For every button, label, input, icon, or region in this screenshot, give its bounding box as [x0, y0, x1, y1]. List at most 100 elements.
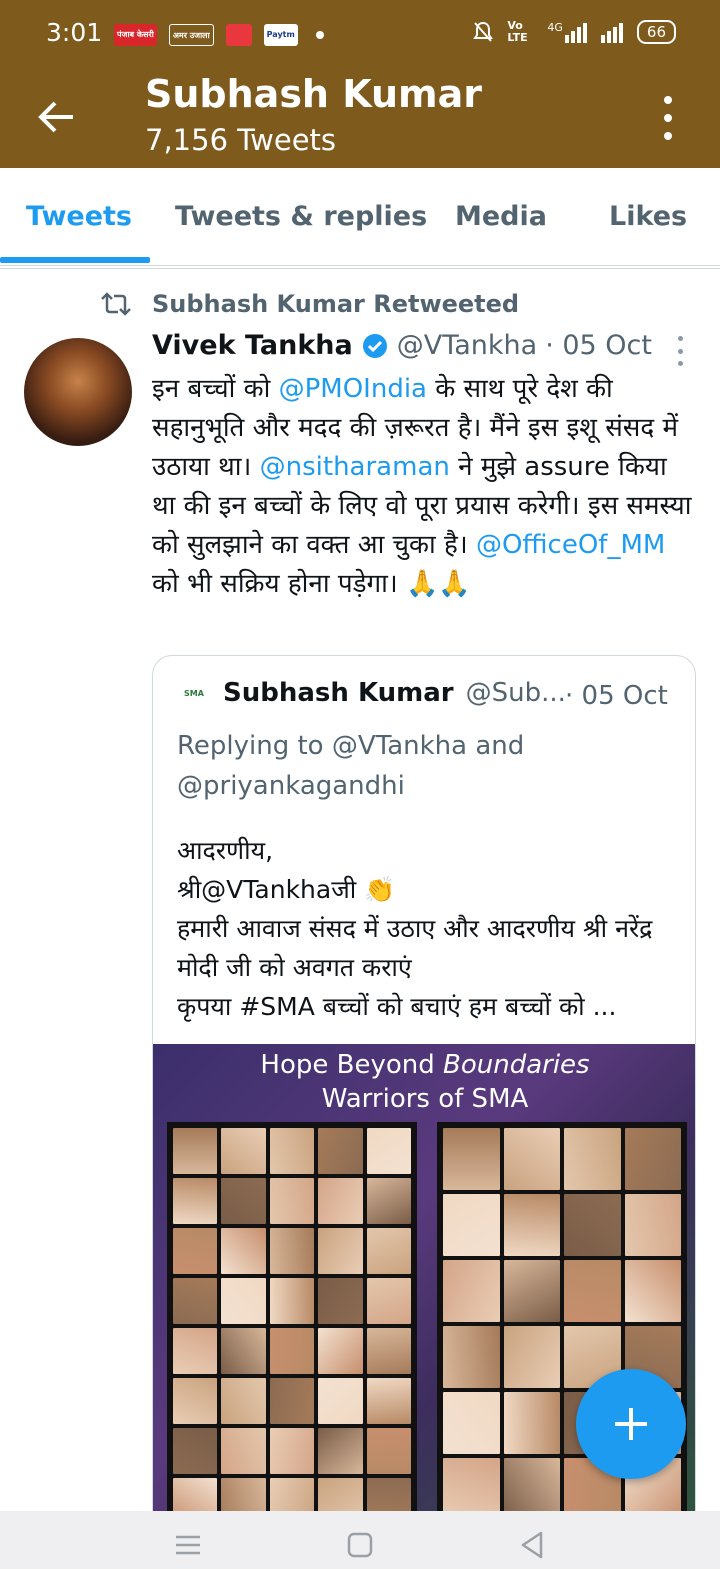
tweet-date: · 05 Oct [545, 330, 652, 361]
author-name[interactable]: Vivek Tankha [152, 330, 353, 361]
volte-label: Vo LTE [507, 19, 528, 44]
system-nav-bar [0, 1511, 720, 1569]
collage-photo [221, 1228, 266, 1274]
avatar[interactable] [24, 338, 132, 446]
image-title: Hope Beyond Boundaries Warriors of SMA [260, 1050, 590, 1114]
profile-header: Subhash Kumar 7,156 Tweets [0, 70, 720, 168]
quoted-header: SMA Subhash Kumar @Sub... [177, 678, 566, 708]
collage-photo [269, 1328, 315, 1374]
retweet-context[interactable]: Subhash Kumar Retweeted [100, 290, 519, 318]
collage-photo [564, 1260, 621, 1322]
collage-photo [443, 1194, 500, 1256]
collage-photo [221, 1328, 266, 1374]
collage-photo [503, 1128, 560, 1190]
collage-photo [173, 1428, 218, 1474]
square-icon [347, 1532, 373, 1558]
tab-likes[interactable]: Likes [609, 168, 687, 266]
collage-photo [173, 1128, 218, 1174]
collage-photo [221, 1128, 266, 1174]
collage-photo [366, 1278, 411, 1324]
collage-photo [173, 1328, 218, 1374]
compose-tweet-button[interactable] [576, 1369, 686, 1479]
notification-icons: पंजाब केसरी अमर उजाला Paytm [114, 24, 324, 46]
collage-photo [366, 1428, 411, 1474]
collage-photo [624, 1128, 681, 1190]
collage-photo [443, 1326, 500, 1388]
mute-icon [473, 21, 494, 42]
collage-photo [503, 1326, 560, 1388]
verified-badge-icon [362, 333, 387, 358]
collage-photo [318, 1428, 363, 1474]
collage-photo [366, 1178, 411, 1224]
collage-photo [269, 1278, 315, 1324]
more-dot-icon [664, 96, 672, 104]
collage-photo [318, 1178, 363, 1224]
status-time: 3:01 [46, 18, 103, 47]
photo-collage-right [437, 1122, 687, 1554]
collage-photo [366, 1128, 411, 1174]
collage-photo [564, 1194, 621, 1256]
collage-photo [221, 1278, 266, 1324]
quoted-text: आदरणीय, श्री@VTankhaजी 👏 हमारी आवाज संसद… [177, 836, 653, 1021]
more-notifications-icon [315, 31, 324, 39]
collage-photo [443, 1260, 500, 1322]
collage-photo [318, 1228, 363, 1274]
collage-photo [173, 1378, 218, 1424]
more-dot-icon [677, 336, 683, 341]
menu-icon [176, 1535, 200, 1555]
tweet-header: Vivek Tankha @VTankha · 05 Oct [152, 330, 652, 361]
news-app-1-icon: पंजाब केसरी [114, 24, 157, 46]
system-indicators: Vo LTE 4G 66 [473, 20, 676, 44]
collage-photo [318, 1328, 363, 1374]
collage-photo [443, 1392, 500, 1454]
mention-link[interactable]: @PMOIndia [279, 374, 427, 404]
signal-icon [600, 21, 623, 43]
collage-photo [221, 1428, 266, 1474]
battery-icon: 66 [636, 20, 676, 44]
quoted-date: · 05 Oct [565, 681, 668, 711]
collage-photo [269, 1378, 315, 1424]
quoted-author-name: Subhash Kumar [223, 678, 454, 708]
plus-icon [615, 1408, 647, 1440]
retweet-icon [101, 292, 131, 316]
more-options-button[interactable] [652, 92, 684, 144]
mention-link[interactable]: @OfficeOf_MM [476, 530, 665, 560]
collage-photo [564, 1128, 621, 1190]
back-button[interactable] [30, 90, 84, 144]
back-arrow-icon [38, 101, 73, 133]
triangle-back-icon [521, 1531, 543, 1559]
collage-photo [624, 1260, 681, 1322]
collage-photo [318, 1128, 363, 1174]
sma-logo-icon: SMA [184, 688, 204, 698]
collage-photo [366, 1378, 411, 1424]
collage-photo [269, 1228, 315, 1274]
recent-apps-button[interactable] [166, 1523, 210, 1567]
divider [0, 268, 720, 269]
collage-photo [173, 1278, 218, 1324]
collage-photo [624, 1194, 681, 1256]
active-tab-indicator [0, 257, 150, 263]
author-handle[interactable]: @VTankha [397, 330, 537, 361]
collage-photo [173, 1178, 218, 1224]
tab-media[interactable]: Media [455, 168, 547, 266]
tweet-text: इन बच्चों को @PMOIndia के साथ पूरे देश क… [152, 374, 692, 599]
collage-photo [173, 1228, 218, 1274]
mention-link[interactable]: @nsitharaman [260, 452, 450, 482]
tab-tweets-replies[interactable]: Tweets & replies [175, 168, 427, 266]
collage-photo [366, 1328, 411, 1374]
collage-photo [318, 1378, 363, 1424]
quoted-media-image[interactable]: Hope Beyond Boundaries Warriors of SMA [153, 1044, 695, 1554]
tweet-more-button[interactable] [670, 336, 690, 366]
photo-collage-left [167, 1122, 417, 1554]
back-nav-button[interactable] [510, 1523, 554, 1567]
home-button[interactable] [338, 1523, 382, 1567]
signal-4g: 4G [547, 21, 587, 43]
collage-photo [269, 1178, 315, 1224]
tab-tweets[interactable]: Tweets [26, 168, 132, 266]
collage-photo [366, 1228, 411, 1274]
tweet-count: 7,156 Tweets [145, 123, 337, 157]
replying-to: Replying to @VTankha and @priyankagandhi [177, 731, 525, 801]
collage-photo [269, 1428, 315, 1474]
collage-photo [269, 1128, 315, 1174]
status-bar: 3:01 पंजाब केसरी अमर उजाला Paytm Vo LTE … [0, 0, 720, 70]
